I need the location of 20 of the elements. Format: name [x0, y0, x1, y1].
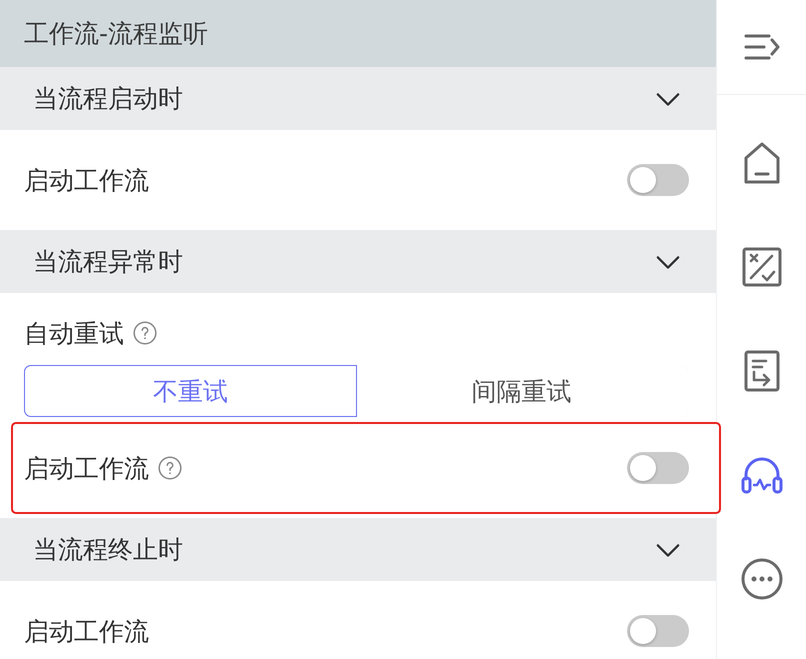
section-header[interactable]: 当流程异常时 — [0, 230, 716, 293]
segment-option[interactable]: 间隔重试 — [355, 365, 688, 417]
segment-option[interactable]: 不重试 — [24, 365, 357, 417]
setting-label: 启动工作流 — [24, 452, 149, 484]
more-icon[interactable] — [740, 558, 782, 600]
section-header[interactable]: 当流程终止时 — [0, 518, 716, 581]
help-icon[interactable] — [158, 456, 182, 480]
setting-label: 启动工作流 — [24, 616, 149, 648]
toggle-switch[interactable] — [627, 452, 689, 484]
help-icon[interactable] — [133, 321, 157, 345]
home-icon[interactable] — [742, 141, 780, 185]
cross-check-square-icon[interactable] — [742, 247, 782, 287]
setting-label: 启动工作流 — [24, 164, 149, 196]
menu-icon[interactable] — [744, 33, 780, 61]
panel-title: 工作流-流程监听 — [24, 18, 208, 50]
toggle-switch[interactable] — [627, 615, 689, 647]
section-header[interactable]: 当流程启动时 — [0, 67, 716, 130]
headset-icon[interactable] — [740, 455, 784, 495]
toggle-switch[interactable] — [627, 164, 689, 196]
setting-label: 自动重试 — [24, 318, 124, 350]
